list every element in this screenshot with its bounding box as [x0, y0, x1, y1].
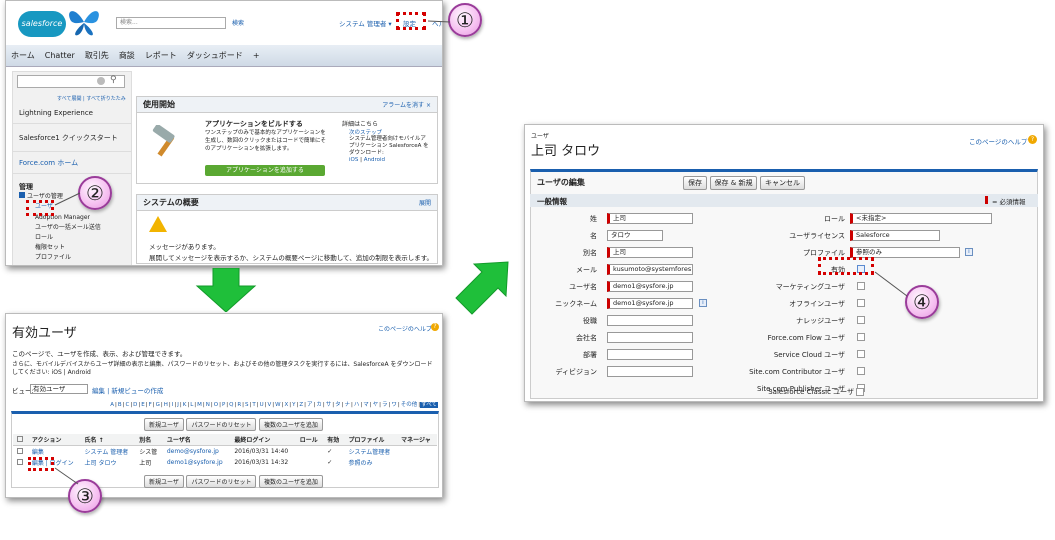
pointer-lines: [54, 20, 908, 485]
